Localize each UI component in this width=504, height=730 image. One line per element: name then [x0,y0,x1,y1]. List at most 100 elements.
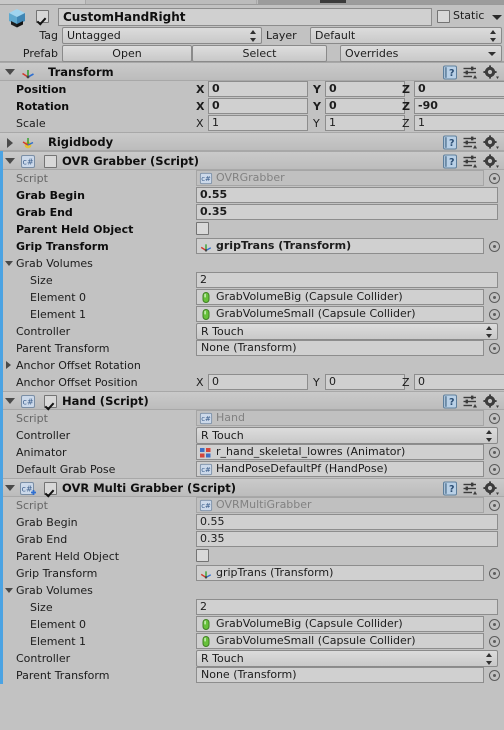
property-object-field-animator[interactable]: r_hand_skeletal_lowres (Animator) [196,444,484,460]
component-enabled-checkbox-ovr-multi-grabber-script[interactable] [44,482,57,498]
object-picker-script[interactable] [489,413,500,424]
tab-middle[interactable] [87,0,257,4]
gameobject-name-input[interactable]: CustomHandRight [58,8,432,26]
component-header-ovr-grabber-script[interactable]: c# OVR Grabber (Script)? [0,151,504,170]
property-input-scale-x[interactable]: 1 [208,115,308,131]
component-header-hand-script[interactable]: c# Hand (Script)? [0,391,504,410]
object-picker-animator[interactable] [489,447,500,458]
object-picker-script[interactable] [489,173,500,184]
gear-icon[interactable] [482,481,500,496]
property-checkbox-parent-held-object[interactable] [196,222,209,238]
property-input-anchor-offset-position-y[interactable]: 0 [325,374,405,390]
property-object-field-grip-transform[interactable]: gripTrans (Transform) [196,565,484,581]
component-enabled-checkbox-ovr-grabber-script[interactable] [44,155,57,171]
component-foldout-transform[interactable] [5,69,15,75]
property-input-size[interactable]: 2 [196,599,498,615]
property-object-field-element-0[interactable]: GrabVolumeBig (Capsule Collider) [196,289,484,305]
component-enabled-checkbox-hand-script[interactable] [44,395,57,411]
foldout-grab-volumes[interactable] [5,261,13,266]
property-input-rotation-x[interactable]: 0 [208,98,308,114]
prefab-overrides-dropdown[interactable]: Overrides [340,45,502,62]
property-object-field-element-1[interactable]: GrabVolumeSmall (Capsule Collider) [196,633,484,649]
static-checkbox[interactable] [437,10,450,26]
dropdown-value-controller: R Touch [201,429,244,442]
object-picker-default-grab-pose[interactable] [489,464,500,475]
gear-icon[interactable] [482,135,500,150]
foldout-anchor-offset-rotation[interactable] [6,361,11,369]
component-foldout-ovr-grabber-script[interactable] [5,158,15,164]
static-dropdown-arrow-icon[interactable] [492,15,502,20]
object-picker-element-0[interactable] [489,292,500,303]
preset-icon[interactable] [462,394,478,409]
object-picker-parent-transform[interactable] [489,670,500,681]
prefab-cube-icon [9,9,25,28]
property-input-position-z[interactable]: 0 [414,81,504,97]
object-picker-element-1[interactable] [489,309,500,320]
object-picker-parent-transform[interactable] [489,343,500,354]
preset-icon[interactable] [462,154,478,169]
foldout-grab-volumes[interactable] [5,588,13,593]
gear-icon[interactable] [482,65,500,80]
object-picker-element-1[interactable] [489,636,500,647]
property-input-grab-end[interactable]: 0.35 [196,204,498,220]
property-dropdown-controller[interactable]: R Touch [196,650,498,667]
property-checkbox-parent-held-object[interactable] [196,549,209,565]
help-icon[interactable]: ? [442,135,458,150]
component-foldout-rigidbody[interactable] [7,138,13,148]
component-header-ovr-multi-grabber-script[interactable]: c# OVR Multi Grabber (Script)? [0,478,504,497]
help-icon[interactable]: ? [442,154,458,169]
tag-dropdown[interactable]: Untagged [62,27,262,44]
property-object-field-element-0[interactable]: GrabVolumeBig (Capsule Collider) [196,616,484,632]
property-object-field-default-grab-pose[interactable]: c# HandPoseDefaultPf (HandPose) [196,461,484,477]
property-input-position-x[interactable]: 0 [208,81,308,97]
property-object-field-grip-transform[interactable]: gripTrans (Transform) [196,238,484,254]
help-icon[interactable]: ? [442,394,458,409]
property-object-field-script[interactable]: c# OVRGrabber [196,170,484,186]
tab-right[interactable] [258,0,504,4]
property-input-anchor-offset-position-z[interactable]: 0 [414,374,504,390]
property-input-grab-begin[interactable]: 0.55 [196,514,498,530]
object-picker-element-0[interactable] [489,619,500,630]
property-row-ovr-grabber-script-anchor-offset-rotation: Anchor Offset Rotation [0,357,504,374]
property-input-grab-end[interactable]: 0.35 [196,531,498,547]
prefab-select-button[interactable]: Select [192,45,327,62]
component-header-transform[interactable]: Transform? [0,62,504,81]
prefab-override-bar-ovr-grabber-script [0,151,3,391]
property-dropdown-controller[interactable]: R Touch [196,427,498,444]
preset-icon[interactable] [462,65,478,80]
svg-text:c#: c# [22,398,33,407]
preset-icon[interactable] [462,481,478,496]
gear-icon[interactable] [482,154,500,169]
gear-icon[interactable] [482,394,500,409]
component-header-rigidbody[interactable]: Rigidbody? [0,132,504,151]
property-input-grab-begin[interactable]: 0.55 [196,187,498,203]
property-object-field-element-1[interactable]: GrabVolumeSmall (Capsule Collider) [196,306,484,322]
property-input-rotation-z[interactable]: -90 [414,98,504,114]
property-input-scale-z[interactable]: 1 [414,115,504,131]
property-input-scale-y[interactable]: 1 [325,115,405,131]
component-foldout-ovr-multi-grabber-script[interactable] [5,485,15,491]
property-label-anchor-offset-position: Anchor Offset Position [16,376,138,389]
layer-dropdown[interactable]: Default [310,27,502,44]
component-foldout-hand-script[interactable] [5,398,15,404]
property-input-rotation-y[interactable]: 0 [325,98,405,114]
property-object-field-script[interactable]: c# Hand [196,410,484,426]
gameobject-enabled-checkbox[interactable] [36,10,49,26]
preset-icon[interactable] [462,135,478,150]
property-dropdown-controller[interactable]: R Touch [196,323,498,340]
component-title-ovr-multi-grabber-script: OVR Multi Grabber (Script) [62,481,237,495]
help-icon[interactable]: ? [442,481,458,496]
help-icon[interactable]: ? [442,65,458,80]
property-input-anchor-offset-position-x[interactable]: 0 [208,374,308,390]
object-picker-script[interactable] [489,500,500,511]
property-input-position-y[interactable]: 0 [325,81,405,97]
property-object-field-parent-transform[interactable]: None (Transform) [196,667,484,683]
tab-left[interactable] [0,0,86,4]
object-picker-grip-transform[interactable] [489,568,500,579]
prefab-open-button[interactable]: Open [62,45,192,62]
property-object-field-script[interactable]: c# OVRMultiGrabber [196,497,484,513]
property-input-size[interactable]: 2 [196,272,498,288]
property-row-ovr-multi-grabber-script-element-1: Element 1 GrabVolumeSmall (Capsule Collid… [0,633,504,650]
property-object-field-parent-transform[interactable]: None (Transform) [196,340,484,356]
object-picker-grip-transform[interactable] [489,241,500,252]
